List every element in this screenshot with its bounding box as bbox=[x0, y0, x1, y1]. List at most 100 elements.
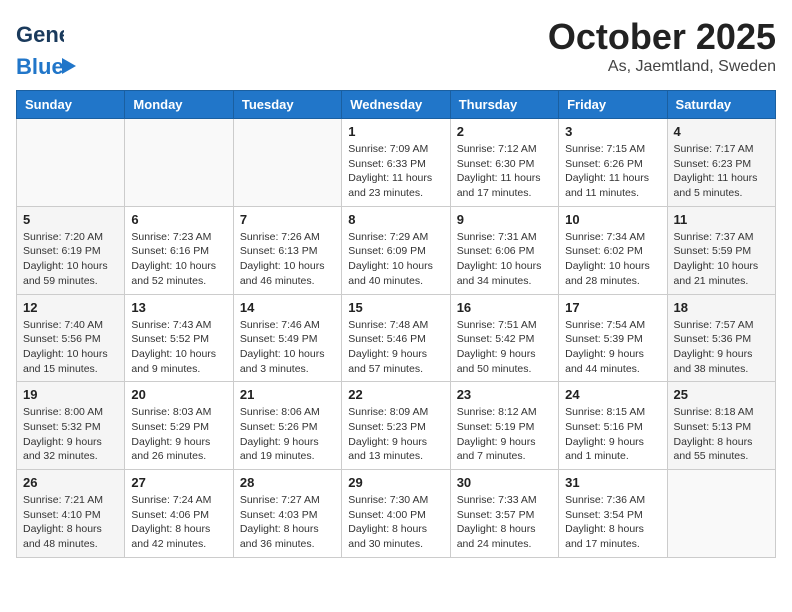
table-row: 9 Sunrise: 7:31 AM Sunset: 6:06 PM Daylig… bbox=[450, 206, 558, 294]
day-number: 8 bbox=[348, 212, 443, 227]
day-info: Sunrise: 7:57 AM Sunset: 5:36 PM Dayligh… bbox=[674, 318, 769, 377]
day-number: 16 bbox=[457, 300, 552, 315]
day-number: 22 bbox=[348, 387, 443, 402]
table-row: 7 Sunrise: 7:26 AM Sunset: 6:13 PM Daylig… bbox=[233, 206, 341, 294]
calendar-week-row: 12 Sunrise: 7:40 AM Sunset: 5:56 PM Dayli… bbox=[17, 294, 776, 382]
day-info: Sunrise: 7:36 AM Sunset: 3:54 PM Dayligh… bbox=[565, 493, 660, 552]
day-number: 11 bbox=[674, 212, 769, 227]
day-number: 27 bbox=[131, 475, 226, 490]
day-number: 24 bbox=[565, 387, 660, 402]
header-friday: Friday bbox=[559, 91, 667, 119]
day-info: Sunrise: 7:48 AM Sunset: 5:46 PM Dayligh… bbox=[348, 318, 443, 377]
day-number: 23 bbox=[457, 387, 552, 402]
header-wednesday: Wednesday bbox=[342, 91, 450, 119]
table-row: 25 Sunrise: 8:18 AM Sunset: 5:13 PM Dayli… bbox=[667, 382, 775, 470]
day-number: 20 bbox=[131, 387, 226, 402]
calendar-week-row: 1 Sunrise: 7:09 AM Sunset: 6:33 PM Daylig… bbox=[17, 119, 776, 207]
day-info: Sunrise: 7:46 AM Sunset: 5:49 PM Dayligh… bbox=[240, 318, 335, 377]
table-row bbox=[667, 470, 775, 558]
table-row: 20 Sunrise: 8:03 AM Sunset: 5:29 PM Dayli… bbox=[125, 382, 233, 470]
table-row bbox=[17, 119, 125, 207]
page-header: General Blue October 2025 As, Jaemtland,… bbox=[16, 16, 776, 80]
day-info: Sunrise: 7:37 AM Sunset: 5:59 PM Dayligh… bbox=[674, 230, 769, 289]
day-info: Sunrise: 7:09 AM Sunset: 6:33 PM Dayligh… bbox=[348, 142, 443, 201]
table-row: 26 Sunrise: 7:21 AM Sunset: 4:10 PM Dayli… bbox=[17, 470, 125, 558]
table-row: 29Sunrise: 7:30 AM Sunset: 4:00 PM Dayli… bbox=[342, 470, 450, 558]
day-info: Sunrise: 7:27 AM Sunset: 4:03 PM Dayligh… bbox=[240, 493, 335, 552]
day-number: 9 bbox=[457, 212, 552, 227]
table-row: 4Sunrise: 7:17 AM Sunset: 6:23 PM Daylig… bbox=[667, 119, 775, 207]
table-row: 10Sunrise: 7:34 AM Sunset: 6:02 PM Dayli… bbox=[559, 206, 667, 294]
day-number: 13 bbox=[131, 300, 226, 315]
calendar-header-row: Sunday Monday Tuesday Wednesday Thursday… bbox=[17, 91, 776, 119]
calendar-week-row: 5Sunrise: 7:20 AM Sunset: 6:19 PM Daylig… bbox=[17, 206, 776, 294]
table-row: 28Sunrise: 7:27 AM Sunset: 4:03 PM Dayli… bbox=[233, 470, 341, 558]
header-tuesday: Tuesday bbox=[233, 91, 341, 119]
day-number: 26 bbox=[23, 475, 118, 490]
day-info: Sunrise: 7:23 AM Sunset: 6:16 PM Dayligh… bbox=[131, 230, 226, 289]
day-info: Sunrise: 7:24 AM Sunset: 4:06 PM Dayligh… bbox=[131, 493, 226, 552]
day-info: Sunrise: 7:17 AM Sunset: 6:23 PM Dayligh… bbox=[674, 142, 769, 201]
day-info: Sunrise: 8:06 AM Sunset: 5:26 PM Dayligh… bbox=[240, 405, 335, 464]
day-info: Sunrise: 7:33 AM Sunset: 3:57 PM Dayligh… bbox=[457, 493, 552, 552]
table-row: 22 Sunrise: 8:09 AM Sunset: 5:23 PM Dayli… bbox=[342, 382, 450, 470]
day-number: 10 bbox=[565, 212, 660, 227]
day-info: Sunrise: 8:15 AM Sunset: 5:16 PM Dayligh… bbox=[565, 405, 660, 464]
day-info: Sunrise: 7:54 AM Sunset: 5:39 PM Dayligh… bbox=[565, 318, 660, 377]
header-saturday: Saturday bbox=[667, 91, 775, 119]
table-row: 12 Sunrise: 7:40 AM Sunset: 5:56 PM Dayli… bbox=[17, 294, 125, 382]
table-row: 2Sunrise: 7:12 AM Sunset: 6:30 PM Daylig… bbox=[450, 119, 558, 207]
day-number: 7 bbox=[240, 212, 335, 227]
table-row: 11 Sunrise: 7:37 AM Sunset: 5:59 PM Dayli… bbox=[667, 206, 775, 294]
table-row: 30 Sunrise: 7:33 AM Sunset: 3:57 PM Dayli… bbox=[450, 470, 558, 558]
day-info: Sunrise: 8:00 AM Sunset: 5:32 PM Dayligh… bbox=[23, 405, 118, 464]
table-row: 19Sunrise: 8:00 AM Sunset: 5:32 PM Dayli… bbox=[17, 382, 125, 470]
day-info: Sunrise: 7:20 AM Sunset: 6:19 PM Dayligh… bbox=[23, 230, 118, 289]
title-area: October 2025 As, Jaemtland, Sweden bbox=[548, 16, 776, 76]
day-number: 29 bbox=[348, 475, 443, 490]
header-thursday: Thursday bbox=[450, 91, 558, 119]
table-row bbox=[125, 119, 233, 207]
page-title: October 2025 bbox=[548, 16, 776, 58]
day-info: Sunrise: 7:51 AM Sunset: 5:42 PM Dayligh… bbox=[457, 318, 552, 377]
day-number: 6 bbox=[131, 212, 226, 227]
header-sunday: Sunday bbox=[17, 91, 125, 119]
day-info: Sunrise: 7:26 AM Sunset: 6:13 PM Dayligh… bbox=[240, 230, 335, 289]
day-number: 12 bbox=[23, 300, 118, 315]
table-row: 24 Sunrise: 8:15 AM Sunset: 5:16 PM Dayli… bbox=[559, 382, 667, 470]
table-row: 13 Sunrise: 7:43 AM Sunset: 5:52 PM Dayli… bbox=[125, 294, 233, 382]
day-number: 14 bbox=[240, 300, 335, 315]
logo-blue-icon: Blue bbox=[16, 52, 76, 80]
calendar-table: Sunday Monday Tuesday Wednesday Thursday… bbox=[16, 90, 776, 558]
table-row: 18Sunrise: 7:57 AM Sunset: 5:36 PM Dayli… bbox=[667, 294, 775, 382]
table-row: 31Sunrise: 7:36 AM Sunset: 3:54 PM Dayli… bbox=[559, 470, 667, 558]
day-info: Sunrise: 8:18 AM Sunset: 5:13 PM Dayligh… bbox=[674, 405, 769, 464]
svg-text:General: General bbox=[16, 22, 64, 47]
table-row: 17 Sunrise: 7:54 AM Sunset: 5:39 PM Dayli… bbox=[559, 294, 667, 382]
day-number: 25 bbox=[674, 387, 769, 402]
day-number: 17 bbox=[565, 300, 660, 315]
day-info: Sunrise: 7:43 AM Sunset: 5:52 PM Dayligh… bbox=[131, 318, 226, 377]
day-number: 3 bbox=[565, 124, 660, 139]
table-row: 15Sunrise: 7:48 AM Sunset: 5:46 PM Dayli… bbox=[342, 294, 450, 382]
table-row: 6 Sunrise: 7:23 AM Sunset: 6:16 PM Daylig… bbox=[125, 206, 233, 294]
table-row: 5Sunrise: 7:20 AM Sunset: 6:19 PM Daylig… bbox=[17, 206, 125, 294]
table-row: 1 Sunrise: 7:09 AM Sunset: 6:33 PM Daylig… bbox=[342, 119, 450, 207]
day-number: 30 bbox=[457, 475, 552, 490]
day-info: Sunrise: 7:31 AM Sunset: 6:06 PM Dayligh… bbox=[457, 230, 552, 289]
day-info: Sunrise: 7:29 AM Sunset: 6:09 PM Dayligh… bbox=[348, 230, 443, 289]
table-row: 23 Sunrise: 8:12 AM Sunset: 5:19 PM Dayli… bbox=[450, 382, 558, 470]
calendar-week-row: 19Sunrise: 8:00 AM Sunset: 5:32 PM Dayli… bbox=[17, 382, 776, 470]
day-info: Sunrise: 7:12 AM Sunset: 6:30 PM Dayligh… bbox=[457, 142, 552, 201]
svg-text:Blue: Blue bbox=[16, 54, 64, 79]
day-info: Sunrise: 8:12 AM Sunset: 5:19 PM Dayligh… bbox=[457, 405, 552, 464]
table-row: 21Sunrise: 8:06 AM Sunset: 5:26 PM Dayli… bbox=[233, 382, 341, 470]
day-number: 1 bbox=[348, 124, 443, 139]
table-row: 16 Sunrise: 7:51 AM Sunset: 5:42 PM Dayli… bbox=[450, 294, 558, 382]
day-info: Sunrise: 8:03 AM Sunset: 5:29 PM Dayligh… bbox=[131, 405, 226, 464]
day-info: Sunrise: 7:21 AM Sunset: 4:10 PM Dayligh… bbox=[23, 493, 118, 552]
day-info: Sunrise: 8:09 AM Sunset: 5:23 PM Dayligh… bbox=[348, 405, 443, 464]
table-row: 14 Sunrise: 7:46 AM Sunset: 5:49 PM Dayli… bbox=[233, 294, 341, 382]
table-row: 3Sunrise: 7:15 AM Sunset: 6:26 PM Daylig… bbox=[559, 119, 667, 207]
day-info: Sunrise: 7:40 AM Sunset: 5:56 PM Dayligh… bbox=[23, 318, 118, 377]
